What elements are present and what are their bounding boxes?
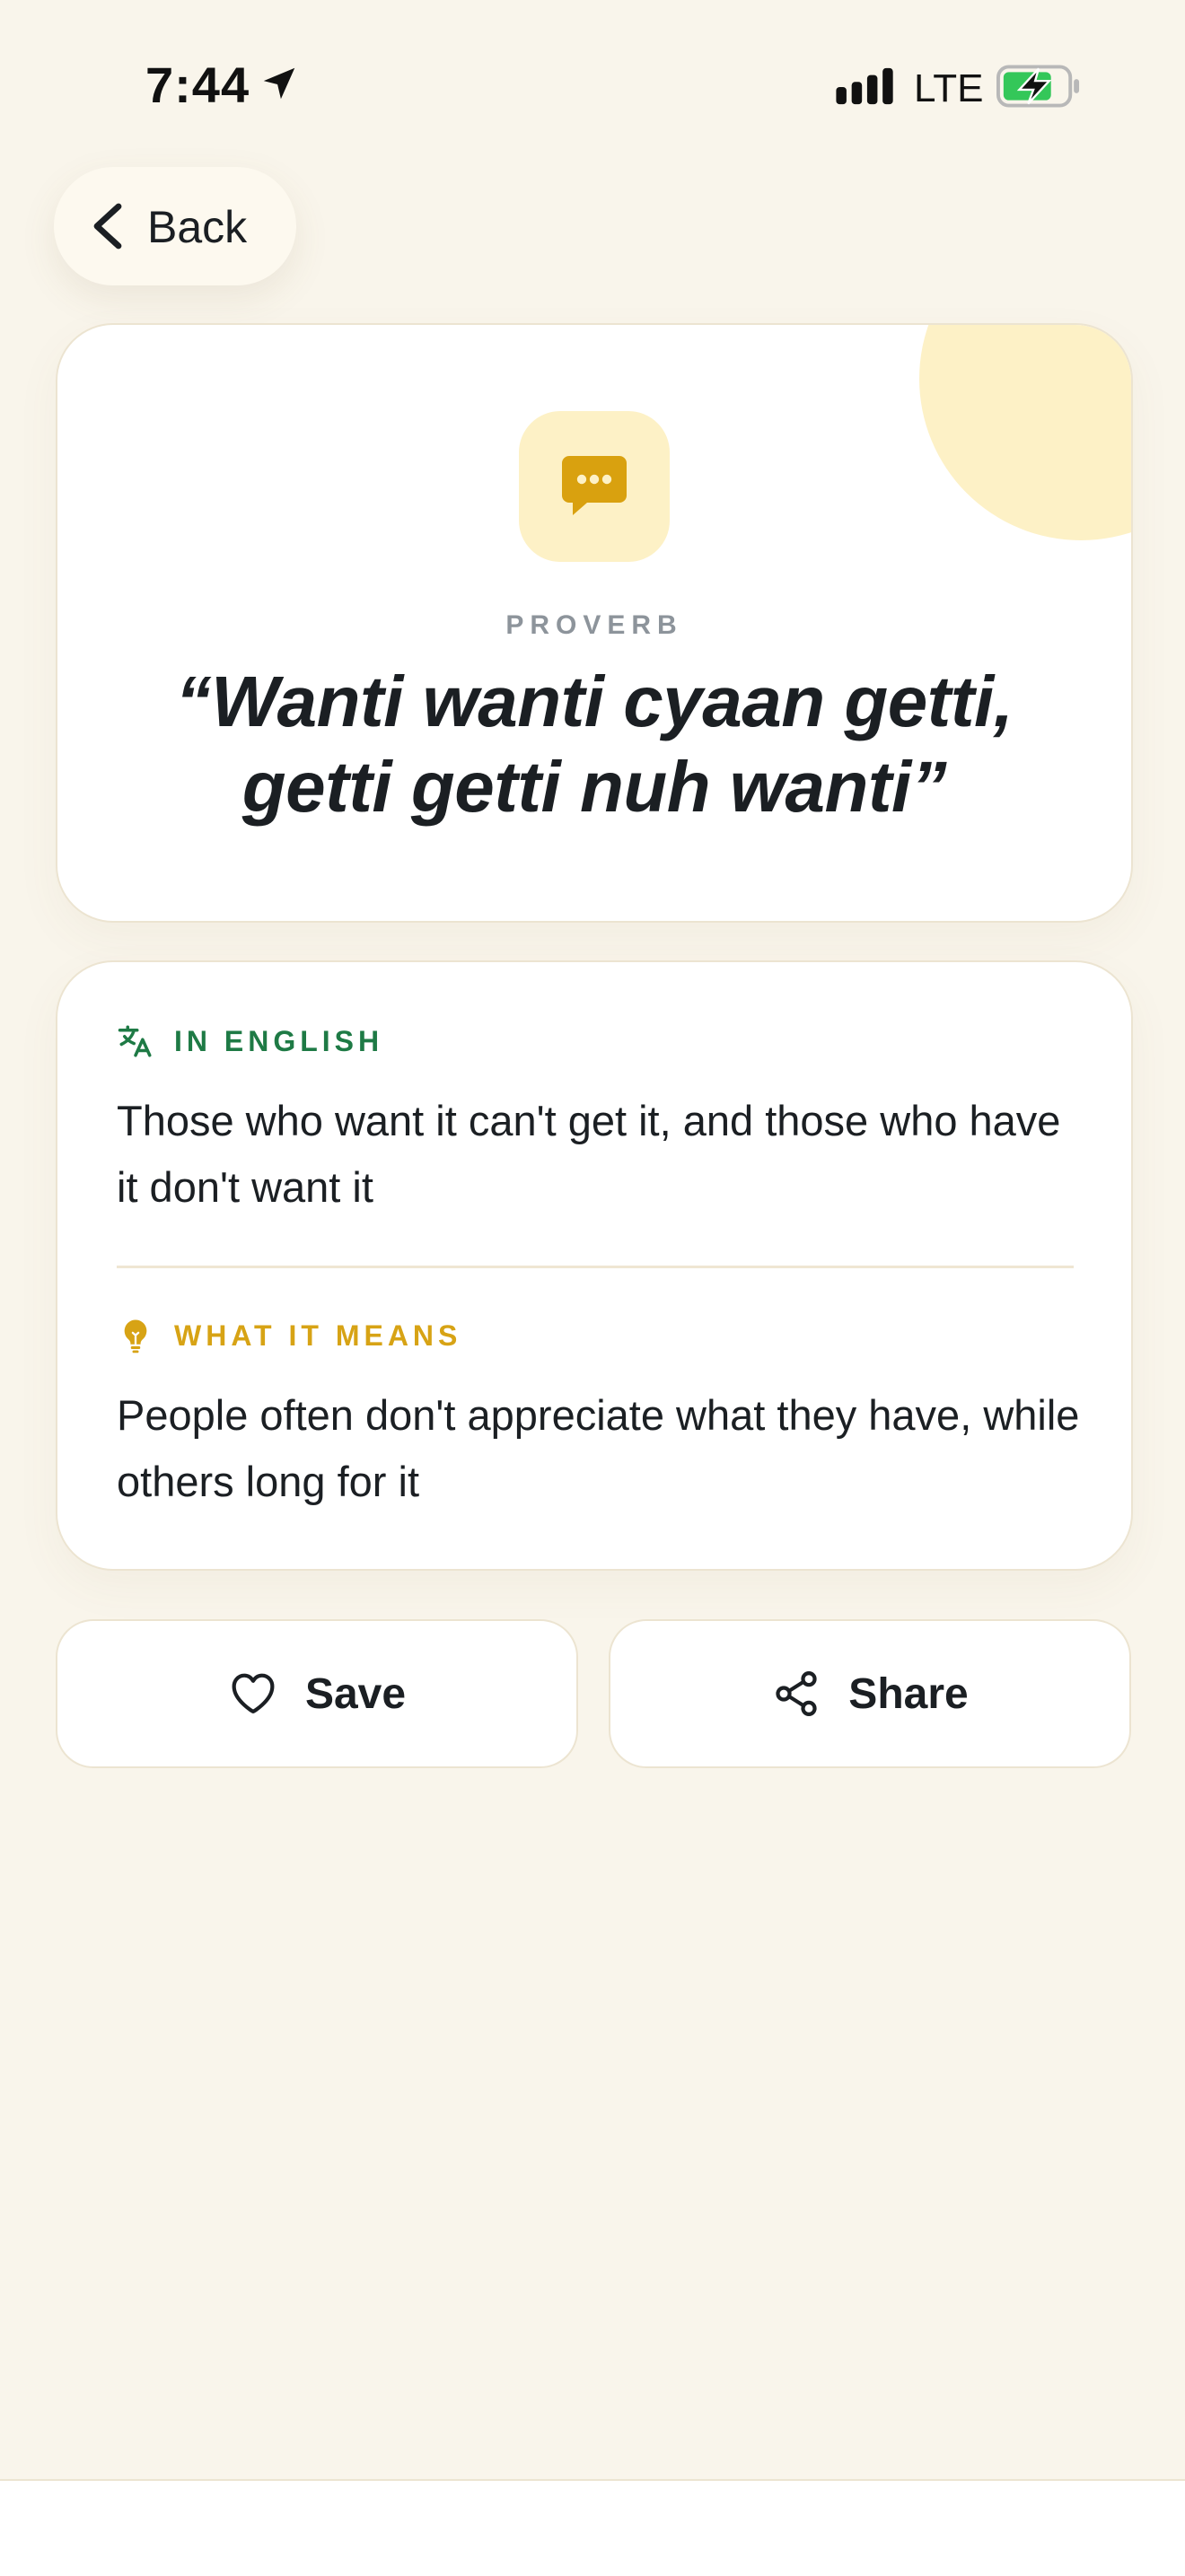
save-button-content: Save <box>57 1621 576 1766</box>
proverb-text: “Wanti wanti cyaan getti, getti getti nu… <box>175 662 1014 827</box>
proverb-category: PROVERB <box>505 610 683 640</box>
english-translation-text: Those who want it can't get it, and thos… <box>117 1097 1061 1211</box>
english-section-header: IN ENGLISH <box>117 1021 383 1061</box>
share-button-content: Share <box>610 1621 1129 1766</box>
chat-bubble-icon <box>562 456 627 515</box>
battery-charging-icon <box>996 65 1080 108</box>
bottom-bar <box>0 2479 1185 2576</box>
lightbulb-icon <box>124 1319 147 1354</box>
save-label: Save <box>304 1669 407 1718</box>
meaning-card: IN ENGLISH Those who want it can't get i… <box>56 960 1133 1571</box>
share-icon <box>776 1671 817 1716</box>
meaning-section-title: WHAT IT MEANS <box>174 1319 462 1352</box>
meaning-section-header: WHAT IT MEANS <box>117 1316 461 1355</box>
status-time: 7:44 <box>145 57 250 113</box>
back-label: Back <box>147 202 248 252</box>
share-label: Share <box>848 1669 969 1718</box>
proverb-card: PROVERB “Wanti wanti cyaan getti, getti … <box>56 323 1133 923</box>
network-label: LTE <box>914 66 984 110</box>
signal-icon <box>836 67 893 105</box>
heart-icon <box>232 1673 275 1713</box>
status-bar: 7:44 LTE <box>0 0 1185 171</box>
proverb-icon-badge <box>519 411 670 562</box>
back-button[interactable]: Back <box>54 167 296 285</box>
save-button[interactable]: Save <box>56 1619 578 1768</box>
translate-icon <box>118 1025 152 1057</box>
english-section-title: IN ENGLISH <box>174 1024 384 1057</box>
section-divider <box>117 1266 1074 1268</box>
location-arrow-icon <box>263 67 295 100</box>
decorative-circle <box>919 325 1131 540</box>
chevron-left-icon <box>93 203 122 250</box>
share-button[interactable]: Share <box>609 1619 1131 1768</box>
meaning-explanation-text: People often don't appreciate what they … <box>117 1391 1080 1505</box>
